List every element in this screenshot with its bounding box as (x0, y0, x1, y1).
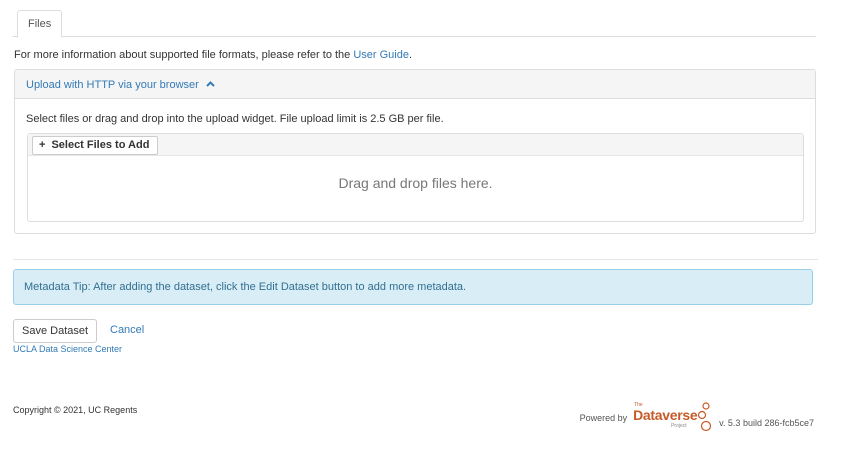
metadata-tip-alert: Metadata Tip: After adding the dataset, … (13, 269, 813, 305)
chevron-up-icon (206, 70, 215, 98)
tab-bar: Files (13, 10, 816, 38)
drop-zone-text: Drag and drop files here. (338, 175, 493, 191)
tab-files[interactable]: Files (17, 10, 63, 38)
select-files-button[interactable]: + Select Files to Add (32, 136, 159, 155)
logo-wordmark: Dataverse (633, 407, 698, 423)
plus-icon: + (39, 139, 46, 151)
upload-instructions: Select files or drag and drop into the u… (26, 113, 444, 125)
ucla-data-science-center-link[interactable]: UCLA Data Science Center (13, 344, 122, 354)
select-files-label: Select Files to Add (51, 139, 150, 151)
save-dataset-button[interactable]: Save Dataset (13, 319, 98, 343)
upload-panel-heading: Upload with HTTP via your browser (26, 79, 199, 91)
footer-powered-by: Powered by The Dataverse Project v. 5.3 … (580, 402, 814, 432)
file-formats-info: For more information about supported fil… (14, 49, 412, 61)
copyright-text: Copyright © 2021, UC Regents (13, 405, 138, 415)
user-guide-link[interactable]: User Guide (353, 49, 409, 61)
cancel-link[interactable]: Cancel (110, 324, 144, 336)
upload-panel: Upload with HTTP via your browser Select… (14, 69, 816, 234)
upload-toolbar: + Select Files to Add (28, 134, 803, 156)
upload-widget[interactable]: + Select Files to Add Drag and drop files… (27, 133, 804, 222)
dataverse-logo[interactable]: The Dataverse Project (633, 402, 713, 432)
version-text: v. 5.3 build 286-fcb5ce7 (719, 418, 814, 428)
powered-by-label: Powered by (579, 413, 628, 423)
info-suffix: . (408, 49, 413, 61)
upload-panel-toggle[interactable]: Upload with HTTP via your browser (15, 70, 815, 99)
divider (13, 259, 818, 260)
logo-project-text: Project (671, 423, 687, 429)
dataverse-mark-icon (697, 402, 712, 432)
info-prefix: For more information about supported fil… (14, 49, 354, 61)
